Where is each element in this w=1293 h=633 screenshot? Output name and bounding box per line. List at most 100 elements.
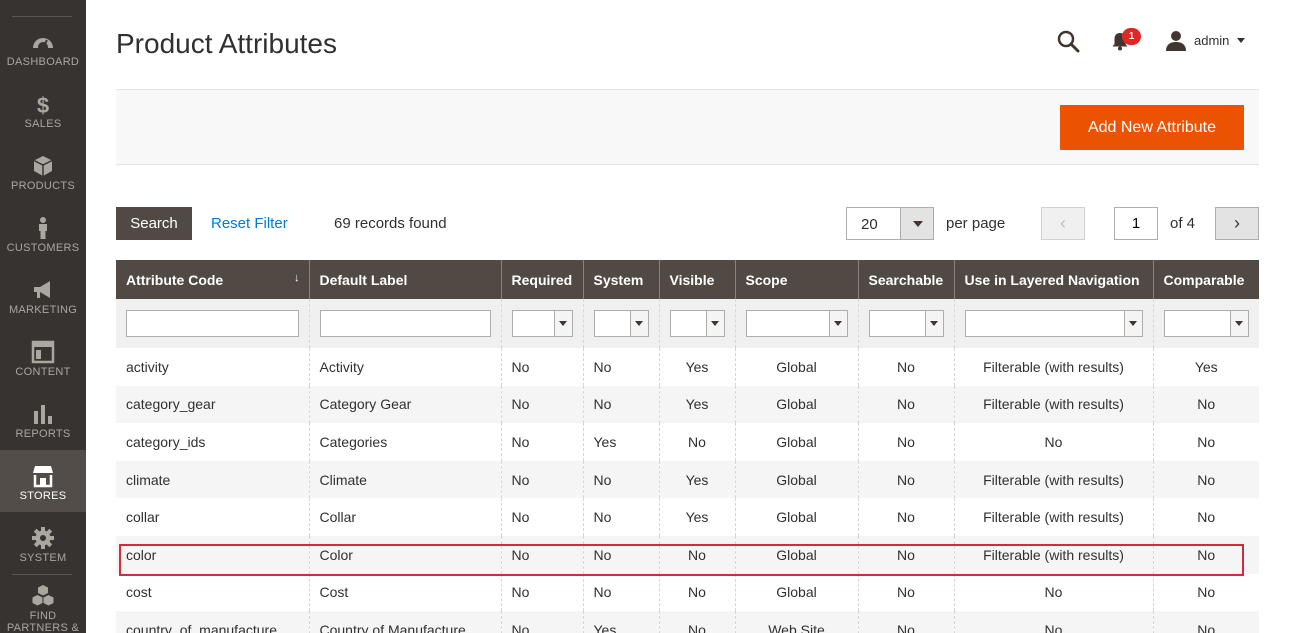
page-number-input[interactable] <box>1114 207 1158 240</box>
chevron-left-icon: ‹ <box>1060 213 1066 233</box>
column-header-system[interactable]: System <box>583 260 660 299</box>
table-cell: No <box>501 460 584 499</box>
column-header-searchable[interactable]: Searchable <box>858 260 955 299</box>
chevron-down-icon[interactable] <box>1237 38 1245 43</box>
sidebar-item-sales[interactable]: $ SALES <box>0 78 86 140</box>
sidebar-item-dashboard[interactable]: DASHBOARD <box>0 16 86 78</box>
column-header-visible[interactable]: Visible <box>659 260 736 299</box>
table-cell: cost <box>116 573 310 612</box>
table-cell: Global <box>735 498 859 536</box>
column-header-label: Comparable <box>1163 271 1245 288</box>
search-button[interactable]: Search <box>116 207 192 240</box>
table-cell: No <box>659 423 736 461</box>
table-cell: category_ids <box>116 423 310 461</box>
table-cell: activity <box>116 348 310 386</box>
table-cell: No <box>501 348 584 386</box>
sidebar-item-label: SALES <box>24 118 62 130</box>
column-header-label: Required <box>511 271 573 288</box>
table-row[interactable]: category_gear Category Gear No No Yes Global N… <box>116 385 1259 424</box>
svg-text:$: $ <box>37 93 49 116</box>
sidebar-item-products[interactable]: PRODUCTS <box>0 140 86 202</box>
sidebar-item-reports[interactable]: REPORTS <box>0 388 86 450</box>
searchable-filter[interactable] <box>868 310 944 337</box>
table-cell: Global <box>735 460 859 499</box>
table-cell: No <box>501 611 584 633</box>
chevron-right-icon: › <box>1234 213 1240 233</box>
table-row[interactable]: collar Collar No No Yes Global No Filterable (w… <box>116 498 1259 536</box>
grid-header-row: Attribute Code ↓ Default Label Required S… <box>116 260 1259 299</box>
table-cell: No <box>858 611 955 633</box>
table-cell: Yes <box>659 385 736 424</box>
table-cell: climate <box>116 460 310 499</box>
column-header-attribute-code[interactable]: Attribute Code ↓ <box>116 260 310 299</box>
sort-arrow-icon: ↓ <box>294 272 300 284</box>
next-page-button[interactable]: › <box>1215 207 1259 240</box>
table-cell: Filterable (with results) <box>954 348 1154 386</box>
table-row[interactable]: cost Cost No No No Global No No No <box>116 573 1259 612</box>
per-page-select[interactable]: 20 <box>846 207 934 240</box>
attribute-code-filter[interactable] <box>126 310 299 337</box>
table-row[interactable]: country_of_manufacture Country of Manufac… <box>116 611 1259 633</box>
search-icon[interactable] <box>1056 29 1080 53</box>
table-cell: Global <box>735 535 859 574</box>
table-cell: No <box>1153 611 1259 633</box>
reset-filter-link[interactable]: Reset Filter <box>211 215 288 232</box>
column-header-label: Use in Layered Navigation <box>964 271 1140 288</box>
chevron-down-icon[interactable] <box>900 208 933 239</box>
table-cell: No <box>858 385 955 424</box>
table-cell: No <box>1153 498 1259 536</box>
column-header-scope[interactable]: Scope <box>735 260 859 299</box>
column-header-comparable[interactable]: Comparable <box>1153 260 1259 299</box>
chevron-down-icon <box>553 311 572 336</box>
add-new-attribute-button[interactable]: Add New Attribute <box>1060 105 1244 150</box>
table-cell: No <box>858 498 955 536</box>
comparable-filter[interactable] <box>1163 310 1249 337</box>
table-cell: No <box>858 348 955 386</box>
table-cell: No <box>659 573 736 612</box>
user-icon[interactable] <box>1165 30 1187 52</box>
sidebar-item-customers[interactable]: CUSTOMERS <box>0 202 86 264</box>
table-cell: No <box>954 573 1154 612</box>
table-cell: No <box>858 460 955 499</box>
notification-badge[interactable]: 1 <box>1122 28 1141 45</box>
default-label-filter[interactable] <box>319 310 491 337</box>
chevron-down-icon <box>828 311 847 336</box>
table-row[interactable]: activity Activity No No Yes Global No Filterabl… <box>116 348 1259 386</box>
table-cell: No <box>501 385 584 424</box>
sidebar-item-content[interactable]: CONTENT <box>0 326 86 388</box>
column-header-required[interactable]: Required <box>501 260 584 299</box>
scope-filter[interactable] <box>745 310 848 337</box>
admin-sidebar: DASHBOARD $ SALES PRODUCTS CUSTOMERS MAR… <box>0 0 86 633</box>
table-cell: No <box>1153 535 1259 574</box>
cubes-icon <box>32 585 54 606</box>
table-cell: Country of Manufacture <box>309 611 502 633</box>
table-cell: Global <box>735 385 859 424</box>
table-cell: Yes <box>583 423 660 461</box>
table-cell: category_gear <box>116 385 310 424</box>
visible-filter[interactable] <box>669 310 725 337</box>
sidebar-item-find-partners[interactable]: FIND PARTNERS & <box>0 574 86 633</box>
required-filter[interactable] <box>511 310 573 337</box>
table-cell: No <box>501 423 584 461</box>
previous-page-button[interactable]: ‹ <box>1041 207 1085 240</box>
table-row[interactable]: climate Climate No No Yes Global No Filterable … <box>116 460 1259 499</box>
sidebar-item-marketing[interactable]: MARKETING <box>0 264 86 326</box>
column-header-label: Scope <box>745 271 788 288</box>
table-cell: No <box>954 423 1154 461</box>
chevron-down-icon <box>924 311 943 336</box>
system-filter[interactable] <box>593 310 649 337</box>
column-header-layered-navigation[interactable]: Use in Layered Navigation <box>954 260 1154 299</box>
layered-navigation-filter[interactable] <box>964 310 1143 337</box>
table-row[interactable]: color Color No No No Global No Filterable (with… <box>116 535 1259 574</box>
megaphone-icon <box>34 281 50 298</box>
sidebar-item-label: CONTENT <box>15 366 71 378</box>
table-row[interactable]: category_ids Categories No Yes No Global No No N… <box>116 423 1259 461</box>
sidebar-item-label: DASHBOARD <box>6 56 80 68</box>
sidebar-item-stores[interactable]: STORES <box>0 450 86 512</box>
column-header-default-label[interactable]: Default Label <box>309 260 502 299</box>
sidebar-item-system[interactable]: SYSTEM <box>0 512 86 574</box>
store-icon <box>33 466 53 488</box>
layout-icon <box>31 340 55 364</box>
user-name[interactable]: admin <box>1194 33 1229 48</box>
column-header-label: Visible <box>669 271 715 288</box>
